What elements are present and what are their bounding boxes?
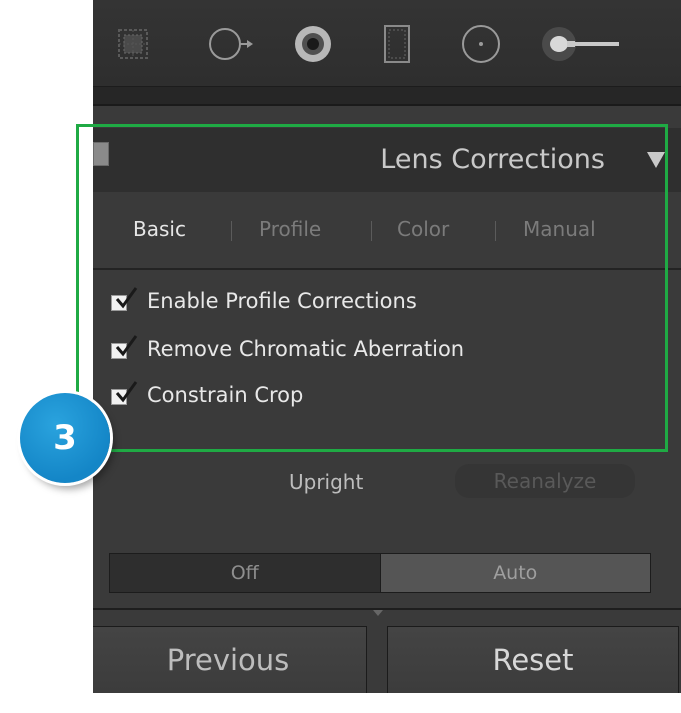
reset-button[interactable]: Reset xyxy=(387,626,679,693)
checkbox[interactable] xyxy=(111,381,138,405)
footer-divider xyxy=(93,608,681,610)
checkbox-label: Remove Chromatic Aberration xyxy=(147,337,465,361)
checkmark-icon xyxy=(115,335,138,357)
tab-separator xyxy=(495,221,496,241)
checkbox[interactable] xyxy=(111,287,138,311)
upright-mode-selector: Off Auto xyxy=(109,553,651,593)
develop-panel: Lens Corrections Basic Profile Color Man… xyxy=(93,0,681,693)
panel-title: Lens Corrections xyxy=(380,144,605,175)
spot-removal-icon[interactable] xyxy=(203,18,255,70)
previous-button[interactable]: Previous xyxy=(93,626,367,693)
upright-auto-button[interactable]: Auto xyxy=(380,554,650,592)
step-badge: 3 xyxy=(20,393,110,483)
checkbox-label: Enable Profile Corrections xyxy=(147,289,417,313)
checkbox-label: Constrain Crop xyxy=(147,383,304,407)
constrain-crop-option[interactable]: Constrain Crop xyxy=(111,380,303,410)
enable-profile-corrections-option[interactable]: Enable Profile Corrections xyxy=(111,286,417,316)
checkmark-icon xyxy=(115,381,138,403)
checkbox[interactable] xyxy=(111,335,138,359)
tab-manual[interactable]: Manual xyxy=(523,217,596,241)
upright-off-button[interactable]: Off xyxy=(110,554,381,592)
remove-chromatic-aberration-option[interactable]: Remove Chromatic Aberration xyxy=(111,334,464,364)
panel-switch-icon[interactable] xyxy=(93,142,109,166)
tab-separator xyxy=(371,221,372,241)
upright-label: Upright xyxy=(289,470,364,494)
graduated-filter-icon[interactable] xyxy=(371,18,423,70)
tab-profile[interactable]: Profile xyxy=(259,217,321,241)
radial-filter-icon[interactable] xyxy=(455,18,507,70)
adjustment-brush-icon[interactable] xyxy=(541,18,631,70)
red-eye-icon[interactable] xyxy=(287,18,339,70)
reanalyze-button[interactable]: Reanalyze xyxy=(455,464,635,498)
divider-notch-icon xyxy=(373,610,383,616)
lens-corrections-header[interactable]: Lens Corrections xyxy=(93,128,681,193)
tab-separator xyxy=(231,221,232,241)
lens-tabs: Basic Profile Color Manual xyxy=(93,192,681,270)
tab-color[interactable]: Color xyxy=(397,217,449,241)
crop-overlay-icon[interactable] xyxy=(107,18,159,70)
checkmark-icon xyxy=(115,287,138,309)
tab-basic[interactable]: Basic xyxy=(133,217,186,241)
tool-strip xyxy=(93,0,681,86)
panel-separator xyxy=(93,86,681,105)
panel-divider xyxy=(93,104,681,106)
collapse-triangle-icon[interactable] xyxy=(645,148,667,170)
